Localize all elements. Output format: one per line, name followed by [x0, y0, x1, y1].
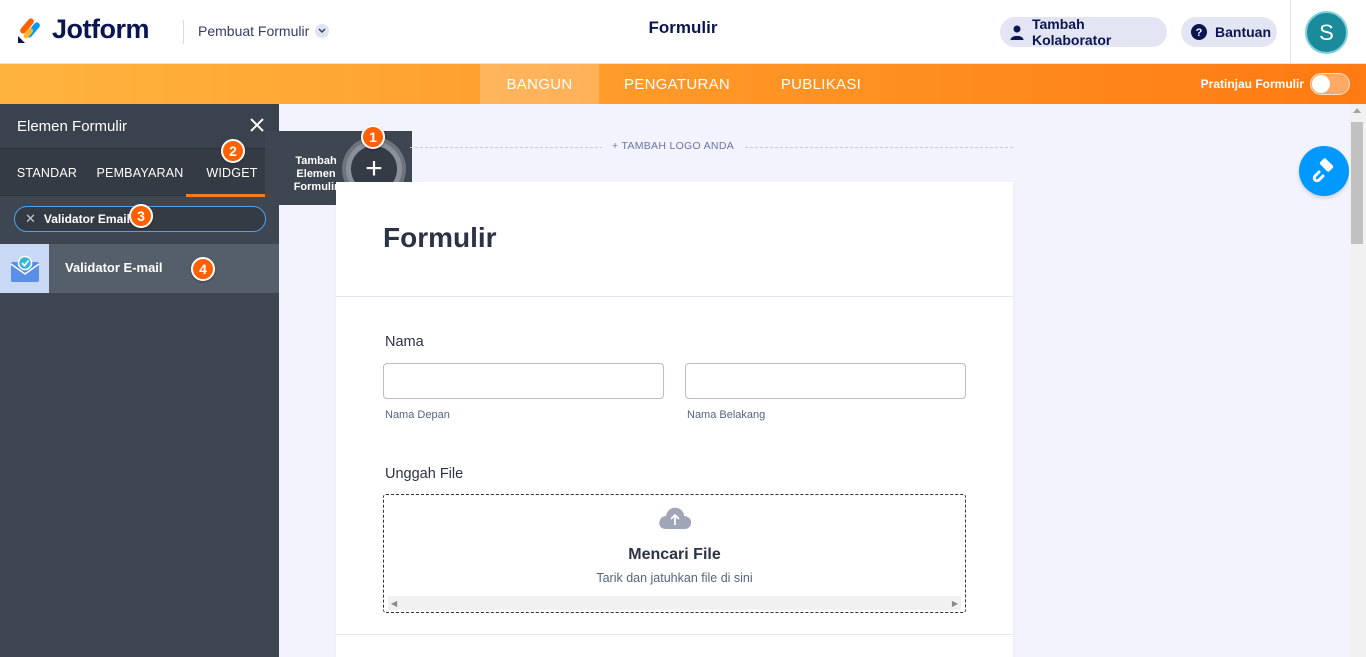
plus-icon: + — [365, 152, 383, 185]
file-upload-dropzone[interactable]: Mencari File Tarik dan jatuhkan file di … — [383, 494, 966, 613]
scroll-left-icon[interactable]: ◀ — [391, 599, 397, 608]
widget-result-label: Validator E-mail — [65, 260, 163, 275]
close-icon[interactable] — [248, 116, 266, 134]
upload-subtitle: Tarik dan jatuhkan file di sini — [596, 571, 753, 585]
panel-tab-standard[interactable]: STANDAR — [12, 149, 82, 197]
builder-nav: BANGUN PENGATURAN PUBLIKASI Pratinjau Fo… — [0, 64, 1366, 104]
help-label: Bantuan — [1215, 24, 1271, 40]
add-collaborator-label: Tambah Kolaborator — [1032, 16, 1112, 48]
form-preview: Pratinjau Formulir — [1201, 73, 1350, 95]
toggle-knob — [1312, 75, 1330, 93]
brand-name: Jotform — [52, 14, 150, 44]
cloud-upload-icon — [659, 507, 692, 529]
builder-menu-label: Pembuat Formulir — [198, 23, 310, 39]
first-name-sublabel: Nama Depan — [385, 409, 450, 421]
scroll-up-icon[interactable] — [1353, 108, 1361, 113]
top-bar: Jotform Pembuat Formulir Formulir Tambah… — [0, 0, 1366, 64]
upload-scrollbar[interactable]: ◀ ▶ — [388, 596, 961, 610]
add-logo-link[interactable]: + TAMBAH LOGO ANDA — [602, 140, 745, 152]
jotform-logo-icon — [18, 17, 40, 43]
form-heading[interactable]: Formulir — [383, 222, 497, 254]
upload-title: Mencari File — [628, 546, 721, 563]
help-button[interactable]: ? Bantuan — [1181, 17, 1277, 47]
name-field-label[interactable]: Nama — [385, 334, 424, 350]
email-validator-icon — [0, 244, 49, 293]
help-icon: ? — [1191, 24, 1207, 40]
first-name-input[interactable] — [383, 363, 664, 399]
tab-build[interactable]: BANGUN — [480, 64, 599, 104]
upload-field-label[interactable]: Unggah File — [385, 466, 463, 482]
avatar[interactable]: S — [1305, 11, 1348, 54]
step-badge-1: 1 — [361, 125, 385, 149]
form-card: Formulir Nama Nama Depan Nama Belakang U… — [336, 182, 1013, 657]
last-name-input[interactable] — [685, 363, 966, 399]
paint-roller-icon — [1312, 158, 1334, 183]
builder-menu[interactable]: Pembuat Formulir — [198, 23, 330, 39]
add-element-label: Tambah Elemen Formulir — [293, 155, 339, 193]
step-badge-3: 3 — [129, 204, 153, 228]
last-name-sublabel: Nama Belakang — [687, 409, 766, 421]
jotform-logo[interactable]: Jotform — [16, 14, 150, 45]
svg-text:?: ? — [1196, 27, 1203, 39]
form-elements-panel: Elemen Formulir STANDAR PEMBAYARAN WIDGE… — [0, 104, 279, 657]
scrollbar-thumb[interactable] — [1351, 122, 1363, 244]
header-divider — [183, 20, 184, 44]
form-designer-button[interactable] — [1299, 146, 1349, 196]
form-preview-label: Pratinjau Formulir — [1200, 77, 1304, 91]
user-icon — [1010, 25, 1024, 40]
chevron-down-icon — [315, 24, 330, 38]
step-badge-2: 2 — [221, 139, 245, 163]
add-collaborator-button[interactable]: Tambah Kolaborator — [1000, 16, 1167, 48]
step-badge-4: 4 — [191, 257, 215, 281]
panel-tab-payment[interactable]: PEMBAYARAN — [94, 149, 186, 197]
tab-settings[interactable]: PENGATURAN — [610, 64, 744, 104]
clear-search-icon[interactable]: ✕ — [25, 211, 36, 227]
form-preview-toggle[interactable] — [1310, 73, 1350, 95]
header-separator — [1290, 0, 1291, 64]
page-scrollbar[interactable] — [1349, 104, 1366, 657]
heading-separator — [336, 296, 1013, 297]
panel-title: Elemen Formulir — [17, 118, 128, 135]
field-separator — [336, 634, 1013, 635]
tab-publish[interactable]: PUBLIKASI — [768, 64, 874, 104]
widget-result-item[interactable]: Validator E-mail — [0, 244, 279, 293]
scroll-right-icon[interactable]: ▶ — [952, 599, 958, 608]
